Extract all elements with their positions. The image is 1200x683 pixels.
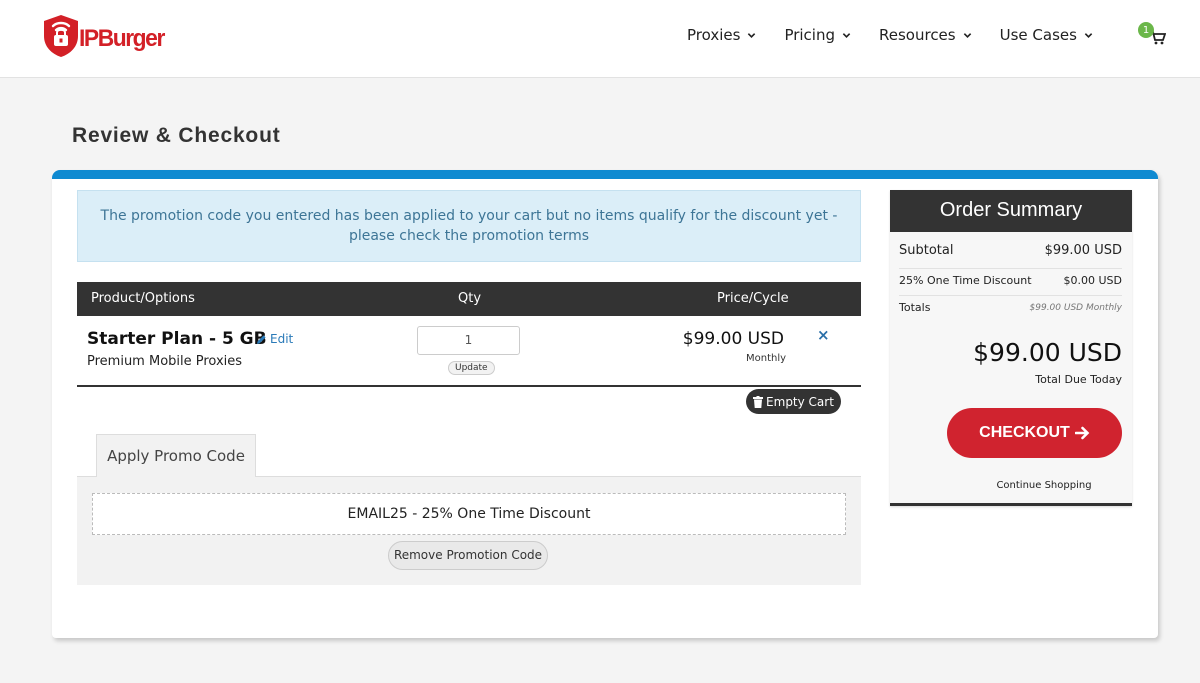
empty-cart-button[interactable]: Empty Cart <box>746 389 841 414</box>
total-due-amount: $99.00 USD <box>973 338 1122 367</box>
discount-value: $0.00 USD <box>1063 274 1123 287</box>
discount-label: 25% One Time Discount <box>899 274 1032 287</box>
applied-promo-code: EMAIL25 - 25% One Time Discount <box>92 493 846 535</box>
nav-label: Use Cases <box>999 26 1077 44</box>
site-logo[interactable]: IPBurger <box>42 14 168 58</box>
product-name: Starter Plan - 5 GB <box>87 329 267 349</box>
subtotal-value: $99.00 USD <box>1044 243 1122 258</box>
item-price: $99.00 USD <box>682 329 784 349</box>
cart-row: Starter Plan - 5 GB Edit Premium Mobile … <box>77 316 861 387</box>
empty-cart-label: Empty Cart <box>766 394 834 409</box>
update-button[interactable]: Update <box>448 361 495 375</box>
header-product: Product/Options <box>91 291 195 306</box>
cart-button[interactable]: 1 <box>1138 22 1168 48</box>
pencil-icon <box>257 334 266 344</box>
chevron-down-icon <box>963 32 971 38</box>
product-description: Premium Mobile Proxies <box>87 354 243 369</box>
arrow-right-icon <box>1074 426 1090 440</box>
site-header: IPBurger Proxies Pricing Resources Use C… <box>0 0 1200 78</box>
chevron-down-icon <box>842 32 851 38</box>
chevron-down-icon <box>1084 32 1093 38</box>
totals-label: Totals <box>899 301 931 314</box>
total-due-label: Total Due Today <box>1035 373 1122 386</box>
continue-shopping-link[interactable]: Continue Shopping <box>890 480 1132 491</box>
edit-label: Edit <box>270 332 294 346</box>
totals-value: $99.00 USD Monthly <box>1029 303 1122 313</box>
order-summary: Order Summary Subtotal $99.00 USD 25% On… <box>890 190 1132 506</box>
main-nav: Proxies Pricing Resources Use Cases <box>687 26 1121 44</box>
quantity-input[interactable]: 1 <box>417 326 520 355</box>
billing-cycle: Monthly <box>746 353 787 364</box>
promo-alert: The promotion code you entered has been … <box>77 190 861 262</box>
nav-label: Resources <box>879 26 956 44</box>
header-qty: Qty <box>458 291 482 306</box>
edit-link[interactable]: Edit <box>256 332 293 346</box>
cart-count-badge: 1 <box>1138 22 1154 38</box>
remove-promotion-button[interactable]: Remove Promotion Code <box>388 541 548 570</box>
order-summary-title: Order Summary <box>890 190 1132 232</box>
nav-label: Pricing <box>784 26 835 44</box>
header-price: Price/Cycle <box>717 291 789 306</box>
subtotal-line: Subtotal $99.00 USD <box>899 243 1122 258</box>
nav-resources[interactable]: Resources <box>879 26 972 44</box>
subtotal-label: Subtotal <box>899 243 954 258</box>
logo-text: IPBurger <box>79 25 165 52</box>
discount-line: 25% One Time Discount $0.00 USD <box>899 268 1122 287</box>
totals-line: Totals $99.00 USD Monthly <box>899 295 1122 314</box>
nav-label: Proxies <box>687 26 741 44</box>
shield-logo-icon <box>44 15 78 57</box>
chevron-down-icon <box>748 32 756 38</box>
trash-icon <box>753 395 764 408</box>
nav-use-cases[interactable]: Use Cases <box>1000 26 1093 44</box>
remove-item-button[interactable]: × <box>817 326 830 344</box>
cart-table-header: Product/Options Qty Price/Cycle <box>77 282 861 316</box>
nav-proxies[interactable]: Proxies <box>687 26 756 44</box>
page-title: Review & Checkout <box>72 124 281 147</box>
tab-apply-promo-code[interactable]: Apply Promo Code <box>96 434 256 477</box>
checkout-label: CHECKOUT <box>979 424 1070 441</box>
nav-pricing[interactable]: Pricing <box>784 26 851 44</box>
checkout-button[interactable]: CHECKOUT <box>947 408 1122 458</box>
